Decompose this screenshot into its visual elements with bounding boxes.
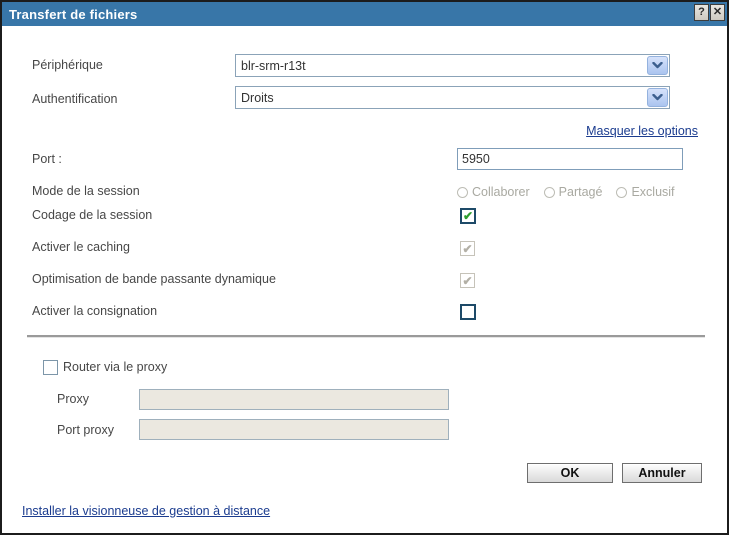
radio-exclusive-label: Exclusif <box>631 185 674 199</box>
auth-label: Authentification <box>32 92 117 106</box>
chevron-down-icon[interactable] <box>647 56 668 75</box>
titlebar-buttons: ? ✕ <box>694 4 725 21</box>
radio-exclusive: Exclusif <box>616 185 674 199</box>
proxy-port-input <box>139 419 449 440</box>
session-encoding-label: Codage de la session <box>32 208 152 222</box>
session-encoding-checkbox[interactable]: ✔ <box>460 208 476 224</box>
titlebar: Transfert de fichiers ? ✕ <box>2 2 727 26</box>
radio-shared-label: Partagé <box>559 185 603 199</box>
device-selected-value: blr-srm-r13t <box>236 59 647 73</box>
enable-caching-label: Activer le caching <box>32 240 130 254</box>
session-mode-radio-group: Collaborer Partagé Exclusif <box>457 185 675 199</box>
dialog-title: Transfert de fichiers <box>2 7 137 22</box>
close-icon[interactable]: ✕ <box>710 4 725 21</box>
port-input[interactable] <box>457 148 683 170</box>
session-mode-label: Mode de la session <box>32 184 140 198</box>
proxy-input <box>139 389 449 410</box>
radio-icon <box>544 187 555 198</box>
route-via-proxy-checkbox[interactable] <box>43 360 58 375</box>
enable-logging-label: Activer la consignation <box>32 304 157 318</box>
section-divider <box>27 335 705 338</box>
auth-select[interactable]: Droits <box>235 86 670 109</box>
radio-collaborate: Collaborer <box>457 185 530 199</box>
checkmark-icon: ✔ <box>463 210 473 222</box>
bandwidth-optimization-label: Optimisation de bande passante dynamique <box>32 272 276 286</box>
device-label: Périphérique <box>32 58 103 72</box>
checkmark-icon: ✔ <box>462 243 472 255</box>
enable-caching-checkbox: ✔ <box>460 241 475 256</box>
radio-icon <box>616 187 627 198</box>
port-label: Port : <box>32 152 62 166</box>
proxy-port-label: Port proxy <box>57 423 114 437</box>
radio-icon <box>457 187 468 198</box>
bandwidth-optimization-checkbox: ✔ <box>460 273 475 288</box>
ok-button[interactable]: OK <box>527 463 613 483</box>
route-via-proxy-label: Router via le proxy <box>63 360 167 374</box>
device-select[interactable]: blr-srm-r13t <box>235 54 670 77</box>
chevron-down-icon[interactable] <box>647 88 668 107</box>
radio-shared: Partagé <box>544 185 603 199</box>
checkmark-icon: ✔ <box>462 275 472 287</box>
hide-options-link[interactable]: Masquer les options <box>586 124 698 138</box>
cancel-button[interactable]: Annuler <box>622 463 702 483</box>
auth-selected-value: Droits <box>236 91 647 105</box>
proxy-label: Proxy <box>57 392 89 406</box>
file-transfer-dialog: Transfert de fichiers ? ✕ Périphérique b… <box>0 0 729 535</box>
install-viewer-link[interactable]: Installer la visionneuse de gestion à di… <box>22 504 270 518</box>
help-icon[interactable]: ? <box>694 4 709 21</box>
enable-logging-checkbox[interactable] <box>460 304 476 320</box>
radio-collaborate-label: Collaborer <box>472 185 530 199</box>
